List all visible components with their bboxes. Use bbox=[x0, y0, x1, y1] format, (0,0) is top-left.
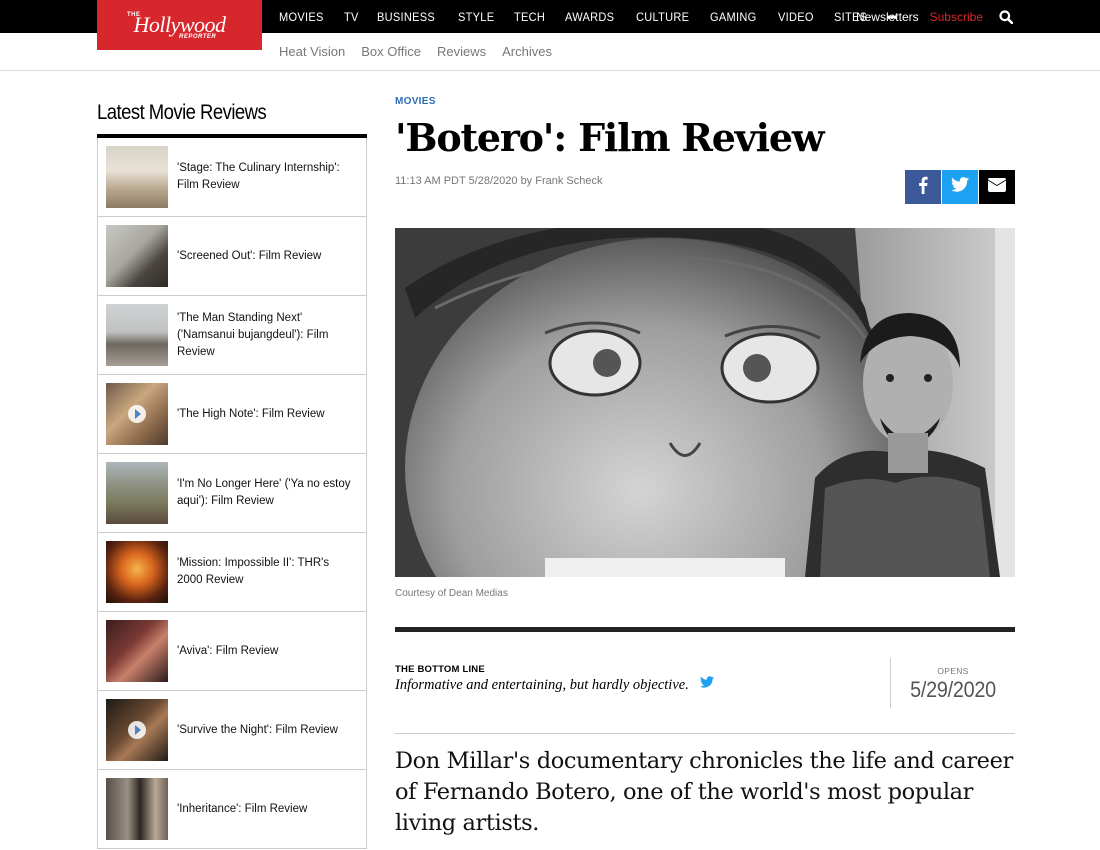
search-icon[interactable] bbox=[999, 9, 1014, 24]
review-thumbnail[interactable] bbox=[106, 699, 168, 761]
facebook-icon bbox=[918, 176, 928, 199]
review-item[interactable]: 'The High Note': Film Review bbox=[98, 375, 366, 454]
nav-item-style[interactable]: STYLE bbox=[458, 10, 494, 24]
review-thumbnail[interactable] bbox=[106, 620, 168, 682]
newsletters-link[interactable]: Newsletters bbox=[856, 10, 919, 24]
review-title[interactable]: 'Aviva': Film Review bbox=[177, 643, 292, 660]
review-thumbnail[interactable] bbox=[106, 778, 168, 840]
video-play-icon bbox=[128, 721, 146, 739]
bottom-line-label: THE BOTTOM LINE bbox=[395, 664, 485, 675]
article: MOVIES 'Botero': Film Review 11:13 AM PD… bbox=[395, 96, 1015, 836]
review-item[interactable]: 'The Man Standing Next' ('Namsanui bujan… bbox=[98, 296, 366, 375]
review-title[interactable]: 'Survive the Night': Film Review bbox=[177, 722, 352, 739]
image-caption: Courtesy of Dean Medias bbox=[395, 588, 508, 599]
article-lede: Don Millar's documentary chronicles the … bbox=[395, 748, 1013, 836]
byline-timestamp: 11:13 AM PDT 5/28/2020 by bbox=[395, 175, 533, 187]
byline-row: 11:13 AM PDT 5/28/2020 by Frank Scheck bbox=[395, 170, 1015, 211]
byline: 11:13 AM PDT 5/28/2020 by Frank Scheck bbox=[395, 175, 603, 187]
bottom-line-text: Informative and entertaining, but hardly… bbox=[395, 677, 689, 693]
review-thumbnail[interactable] bbox=[106, 462, 168, 524]
hero-image-artwork bbox=[395, 228, 1015, 577]
review-title[interactable]: 'Stage: The Culinary Internship': Film R… bbox=[177, 160, 366, 194]
logo-reporter-text: REPORTER bbox=[179, 34, 217, 40]
video-play-icon bbox=[128, 405, 146, 423]
utility-nav: Newsletters Subscribe bbox=[856, 0, 1014, 33]
opens-box: OPENS 5/29/2020 bbox=[891, 658, 1015, 708]
subscribe-link[interactable]: Subscribe bbox=[930, 10, 983, 24]
author-link[interactable]: Frank Scheck bbox=[535, 175, 602, 187]
review-thumbnail[interactable] bbox=[106, 383, 168, 445]
review-item[interactable]: 'Survive the Night': Film Review bbox=[98, 691, 366, 770]
subnav-divider bbox=[0, 70, 1100, 71]
opens-date: 5/29/2020 bbox=[910, 677, 996, 702]
bottom-line-divider bbox=[395, 733, 1015, 734]
subnav-reviews[interactable]: Reviews bbox=[437, 44, 486, 59]
review-thumbnail[interactable] bbox=[106, 541, 168, 603]
review-title[interactable]: 'Screened Out': Film Review bbox=[177, 248, 335, 265]
review-item[interactable]: 'Mission: Impossible II': THR's 2000 Rev… bbox=[98, 533, 366, 612]
subnav-archives[interactable]: Archives bbox=[502, 44, 552, 59]
subnav-box-office[interactable]: Box Office bbox=[361, 44, 421, 59]
email-share-button[interactable] bbox=[979, 170, 1015, 204]
bottom-line-box: THE BOTTOM LINE Informative and entertai… bbox=[395, 658, 891, 708]
review-thumbnail[interactable] bbox=[106, 225, 168, 287]
email-icon bbox=[988, 177, 1006, 197]
twitter-share-button[interactable] bbox=[942, 170, 978, 204]
review-thumbnail[interactable] bbox=[106, 304, 168, 366]
review-title[interactable]: 'Inheritance': Film Review bbox=[177, 801, 321, 818]
opens-label: OPENS bbox=[937, 666, 969, 676]
review-item[interactable]: 'Screened Out': Film Review bbox=[98, 217, 366, 296]
latest-reviews-sidebar: Latest Movie Reviews 'Stage: The Culinar… bbox=[97, 96, 367, 849]
nav-item-video[interactable]: VIDEO bbox=[778, 10, 814, 24]
subnav-heat-vision[interactable]: Heat Vision bbox=[279, 44, 345, 59]
review-title[interactable]: 'The High Note': Film Review bbox=[177, 406, 339, 423]
site-logo[interactable]: THE Hollywood REPORTER bbox=[97, 0, 262, 50]
review-item[interactable]: 'Aviva': Film Review bbox=[98, 612, 366, 691]
sidebar-title: Latest Movie Reviews bbox=[97, 101, 267, 124]
nav-item-awards[interactable]: AWARDS bbox=[565, 10, 614, 24]
nav-item-tv[interactable]: TV bbox=[344, 10, 359, 24]
review-thumbnail[interactable] bbox=[106, 146, 168, 208]
nav-item-tech[interactable]: TECH bbox=[514, 10, 545, 24]
nav-item-gaming[interactable]: GAMING bbox=[710, 10, 756, 24]
share-buttons bbox=[904, 170, 1015, 204]
nav-item-culture[interactable]: CULTURE bbox=[636, 10, 689, 24]
nav-item-movies[interactable]: MOVIES bbox=[279, 10, 324, 24]
review-title[interactable]: 'Mission: Impossible II': THR's 2000 Rev… bbox=[177, 555, 366, 589]
article-headline: 'Botero': Film Review bbox=[395, 115, 825, 160]
main-nav: MOVIES TV BUSINESS STYLE TECH AWARDS CUL… bbox=[279, 0, 897, 33]
review-item[interactable]: 'I'm No Longer Here' ('Ya no estoy aqui'… bbox=[98, 454, 366, 533]
review-title[interactable]: 'The Man Standing Next' ('Namsanui bujan… bbox=[177, 310, 366, 361]
review-item[interactable]: 'Inheritance': Film Review bbox=[98, 770, 366, 849]
sub-navigation: Heat Vision Box Office Reviews Archives bbox=[279, 33, 568, 70]
facebook-share-button[interactable] bbox=[905, 170, 941, 204]
review-title[interactable]: 'I'm No Longer Here' ('Ya no estoy aqui'… bbox=[177, 476, 366, 510]
hero-image[interactable] bbox=[395, 228, 1015, 577]
review-list: 'Stage: The Culinary Internship': Film R… bbox=[97, 138, 367, 849]
bottom-line-rule bbox=[395, 627, 1015, 632]
section-label[interactable]: MOVIES bbox=[395, 96, 1015, 107]
nav-item-business[interactable]: BUSINESS bbox=[377, 10, 435, 24]
twitter-icon[interactable] bbox=[700, 675, 715, 688]
review-item[interactable]: 'Stage: The Culinary Internship': Film R… bbox=[98, 138, 366, 217]
twitter-icon bbox=[951, 177, 969, 197]
